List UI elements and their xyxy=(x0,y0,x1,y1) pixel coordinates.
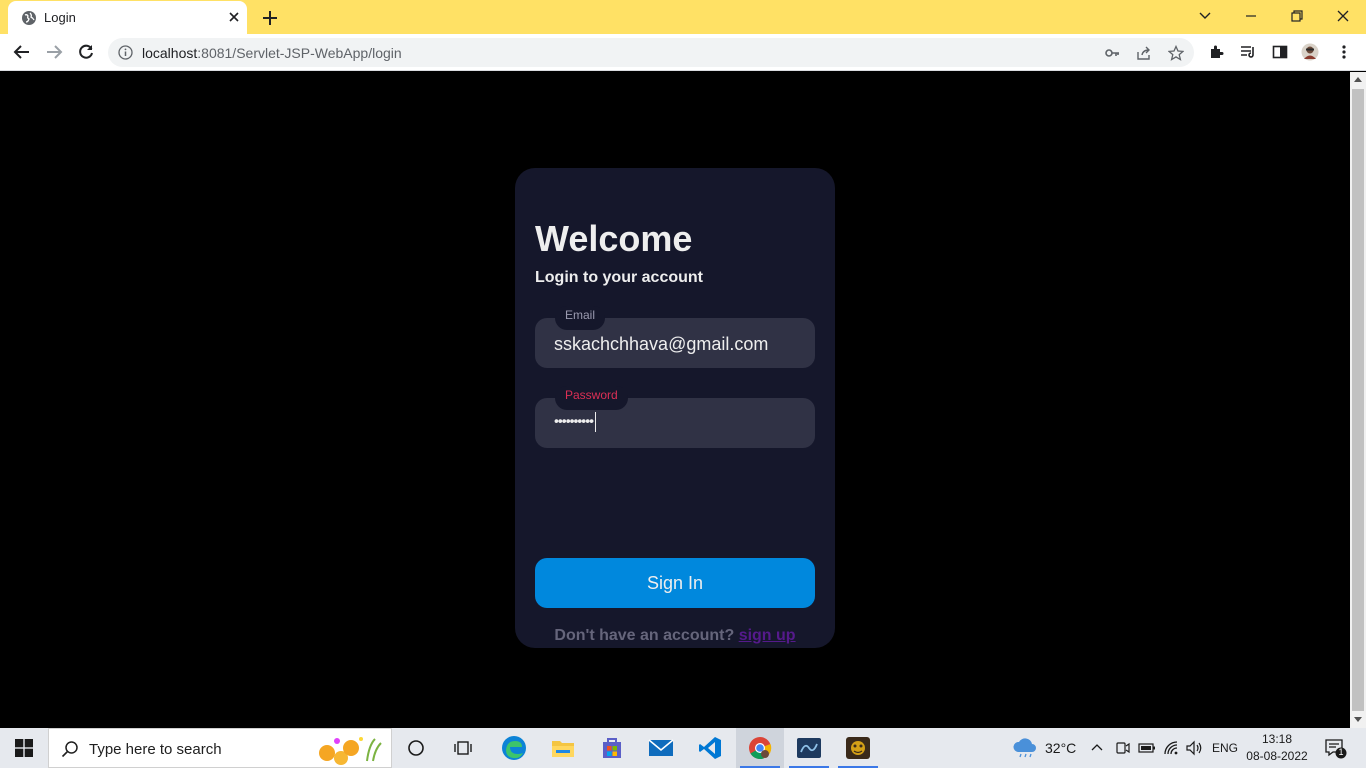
task-view-icon[interactable] xyxy=(440,728,488,768)
globe-icon xyxy=(22,11,36,25)
scroll-up-arrow[interactable] xyxy=(1354,77,1362,82)
site-info-icon[interactable] xyxy=(118,45,133,60)
scrollbar-thumb[interactable] xyxy=(1352,89,1364,711)
page-viewport: Welcome Login to your account Email sska… xyxy=(0,72,1350,728)
browser-toolbar: localhost:8081/Servlet-JSP-WebApp/login xyxy=(0,34,1366,71)
weather-temp: 32°C xyxy=(1045,740,1077,756)
chevron-up-icon xyxy=(1091,744,1103,751)
page-title: Welcome xyxy=(535,218,693,259)
volume-icon[interactable] xyxy=(1186,728,1204,768)
more-menu-icon[interactable] xyxy=(1334,42,1354,62)
wifi-icon[interactable] xyxy=(1163,728,1181,768)
share-icon[interactable] xyxy=(1135,44,1153,62)
minimize-icon[interactable] xyxy=(1237,4,1265,28)
page-scrollbar[interactable] xyxy=(1350,72,1366,728)
input-language[interactable]: ENG xyxy=(1212,728,1238,768)
edge-icon[interactable] xyxy=(490,728,538,768)
vscode-icon[interactable] xyxy=(686,728,734,768)
chrome-icon[interactable] xyxy=(736,728,784,768)
taskbar-search[interactable]: Type here to search xyxy=(48,728,392,768)
start-button[interactable] xyxy=(0,728,48,768)
close-window-icon[interactable] xyxy=(1329,4,1357,28)
restore-icon[interactable] xyxy=(1283,4,1311,28)
key-icon[interactable] xyxy=(1103,44,1121,62)
mysql-workbench-icon[interactable] xyxy=(785,728,833,768)
new-tab-icon[interactable] xyxy=(259,7,281,29)
weather-widget[interactable]: 32°C xyxy=(1012,728,1076,768)
tab-search-icon[interactable] xyxy=(1191,4,1219,28)
email-value: sskachchhava@gmail.com xyxy=(554,334,769,354)
address-bar[interactable]: localhost:8081/Servlet-JSP-WebApp/login xyxy=(108,38,1194,67)
battery-icon[interactable] xyxy=(1138,728,1156,768)
mail-icon[interactable] xyxy=(637,728,685,768)
back-icon[interactable] xyxy=(12,42,32,62)
file-explorer-icon[interactable] xyxy=(539,728,587,768)
search-icon xyxy=(61,741,78,758)
email-label-notch: Email xyxy=(555,306,606,330)
password-label: Password xyxy=(565,388,618,402)
no-account-text: Don't have an account? xyxy=(554,627,739,644)
tomcat-monitor-icon[interactable] xyxy=(834,728,882,768)
search-highlight-cats-icon xyxy=(319,737,382,765)
windows-logo-icon xyxy=(15,739,33,757)
sign-up-link[interactable]: sign up xyxy=(739,627,796,644)
password-value: •••••••••• xyxy=(554,412,597,432)
show-hidden-icons[interactable] xyxy=(1090,728,1104,768)
password-field[interactable]: Password •••••••••• xyxy=(535,386,815,448)
email-label: Email xyxy=(565,308,596,322)
password-label-notch: Password xyxy=(555,386,628,410)
login-card: Welcome Login to your account Email sska… xyxy=(515,168,835,648)
clock-date: 08-08-2022 xyxy=(1246,749,1308,763)
extensions-icon[interactable] xyxy=(1206,42,1226,62)
reload-icon[interactable] xyxy=(76,42,96,62)
system-clock[interactable]: 13:18 08-08-2022 xyxy=(1238,731,1316,765)
tab-strip: Login xyxy=(0,0,1366,34)
scroll-down-arrow[interactable] xyxy=(1354,717,1362,722)
notification-center[interactable]: 1 xyxy=(1324,728,1348,768)
signup-prompt: Don't have an account? sign up xyxy=(515,627,835,645)
close-tab-icon[interactable] xyxy=(226,9,242,25)
sign-in-button[interactable]: Sign In xyxy=(535,558,815,608)
notification-count: 1 xyxy=(1338,747,1344,757)
search-placeholder: Type here to search xyxy=(89,741,222,758)
bookmark-star-icon[interactable] xyxy=(1167,44,1185,62)
notification-icon xyxy=(1325,739,1347,759)
clock-time: 13:18 xyxy=(1261,732,1293,746)
forward-icon[interactable] xyxy=(44,42,64,62)
side-panel-icon[interactable] xyxy=(1270,42,1290,62)
email-field[interactable]: Email sskachchhava@gmail.com xyxy=(535,306,815,368)
browser-tab-login[interactable]: Login xyxy=(8,1,247,34)
text-caret xyxy=(595,412,597,432)
windows-taskbar: Type here to search 32°C ENG 13:18 08-08… xyxy=(0,728,1366,768)
cortana-icon[interactable] xyxy=(392,728,440,768)
tab-title: Login xyxy=(44,10,76,25)
language-label: ENG xyxy=(1212,741,1239,755)
reading-list-icon[interactable] xyxy=(1238,42,1258,62)
profile-avatar[interactable] xyxy=(1300,42,1320,62)
page-subtitle: Login to your account xyxy=(535,269,703,286)
microsoft-store-icon[interactable] xyxy=(588,728,636,768)
cloud-rain-icon xyxy=(1013,738,1036,758)
url-text: localhost:8081/Servlet-JSP-WebApp/login xyxy=(142,45,402,61)
meet-now-icon[interactable] xyxy=(1115,728,1131,768)
